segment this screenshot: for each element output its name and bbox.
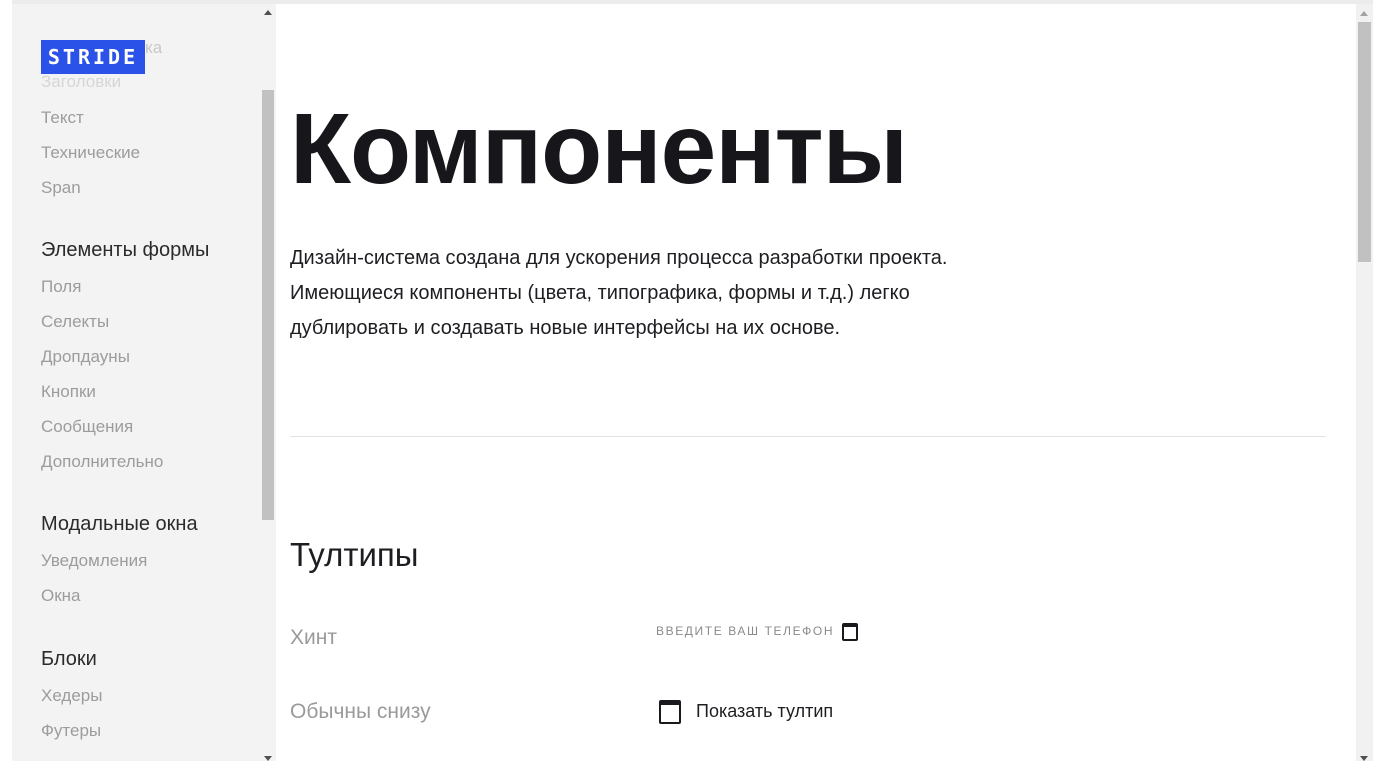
sidebar-item-headers[interactable]: Хедеры bbox=[41, 686, 102, 706]
sidebar-scrollbar-thumb[interactable] bbox=[262, 90, 274, 520]
scroll-down-arrow-icon[interactable] bbox=[1360, 756, 1368, 761]
sidebar-item-notifications[interactable]: Уведомления bbox=[41, 551, 147, 571]
sidebar-item-additional[interactable]: Дополнительно bbox=[41, 452, 163, 472]
intro-paragraph: Дизайн-система создана для ускорения про… bbox=[290, 241, 970, 346]
main-scrollbar-thumb[interactable] bbox=[1358, 22, 1371, 262]
page-title: Компоненты bbox=[290, 93, 908, 205]
section-divider bbox=[290, 436, 1326, 437]
sidebar-group-form-elements[interactable]: Элементы формы bbox=[41, 239, 209, 262]
intro-line: Дизайн-система создана для ускорения про… bbox=[290, 247, 948, 269]
main-content: Компоненты Дизайн-система создана для ус… bbox=[276, 4, 1356, 761]
stride-logo[interactable]: STRIDE bbox=[41, 40, 145, 74]
phone-hint-text: ВВЕДИТЕ ВАШ ТЕЛЕФОН bbox=[656, 624, 835, 638]
sidebar-item-windows[interactable]: Окна bbox=[41, 586, 81, 606]
sidebar-item-technical[interactable]: Технические bbox=[41, 143, 140, 163]
intro-line: Имеющиеся компоненты (цвета, типографика… bbox=[290, 282, 910, 304]
intro-line: дублировать и создавать новые интерфейсы… bbox=[290, 317, 841, 339]
window-icon[interactable] bbox=[842, 623, 858, 641]
sidebar-item-headings[interactable]: Заголовки bbox=[41, 72, 121, 92]
sidebar-item-span[interactable]: Span bbox=[41, 178, 81, 198]
main-scrollbar[interactable] bbox=[1356, 4, 1373, 761]
sidebar-item-buttons[interactable]: Кнопки bbox=[41, 382, 96, 402]
window-left-margin bbox=[0, 0, 12, 761]
scroll-up-arrow-icon[interactable] bbox=[1360, 11, 1368, 16]
sidebar-item-text[interactable]: Текст bbox=[41, 108, 84, 128]
sidebar-item-messages[interactable]: Сообщения bbox=[41, 417, 133, 437]
show-tooltip-button[interactable]: Показать тултип bbox=[696, 701, 833, 722]
sidebar-item-selects[interactable]: Селекты bbox=[41, 312, 109, 332]
sidebar-item-partial[interactable]: ка bbox=[145, 38, 162, 58]
scroll-up-arrow-icon[interactable] bbox=[264, 10, 272, 15]
section-title: Тултипы bbox=[290, 536, 419, 573]
sidebar-group-modals[interactable]: Модальные окна bbox=[41, 513, 198, 536]
sidebar-item-fields[interactable]: Поля bbox=[41, 277, 81, 297]
sidebar-group-blocks[interactable]: Блоки bbox=[41, 648, 97, 671]
scroll-down-arrow-icon[interactable] bbox=[264, 756, 272, 761]
row-label-bottom: Обычны снизу bbox=[290, 700, 431, 723]
window-icon[interactable] bbox=[659, 700, 681, 724]
sidebar-item-dropdowns[interactable]: Дропдауны bbox=[41, 347, 130, 367]
sidebar: STRIDE ка Заголовки Текст Технические Sp… bbox=[12, 4, 260, 761]
row-label-hint: Хинт bbox=[290, 626, 337, 649]
sidebar-item-footers[interactable]: Футеры bbox=[41, 721, 101, 741]
sidebar-scrollbar[interactable] bbox=[260, 4, 276, 761]
